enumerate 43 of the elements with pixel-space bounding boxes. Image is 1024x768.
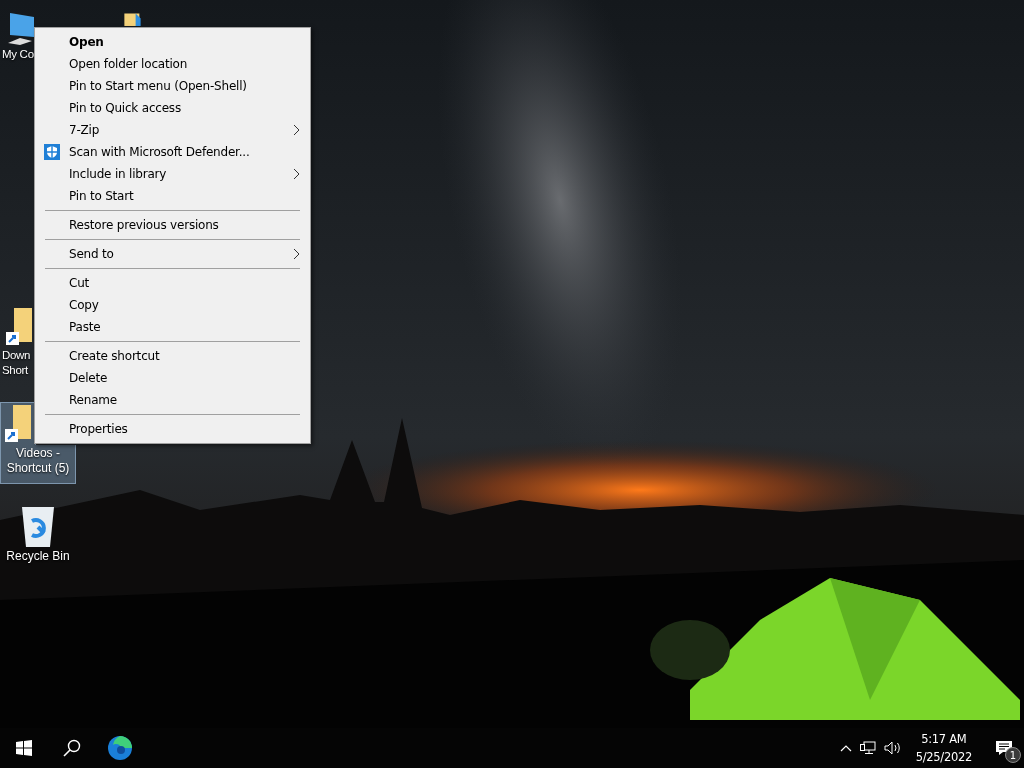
menu-item[interactable]: Restore previous versions: [35, 214, 310, 236]
clock[interactable]: 5:17 AM 5/25/2022: [907, 730, 980, 766]
speaker-icon[interactable]: [883, 741, 902, 755]
desktop-icon[interactable]: Down Short: [0, 305, 33, 387]
chevron-right-icon: [293, 124, 300, 136]
search-icon: [63, 739, 81, 757]
chevron-up-icon[interactable]: [839, 744, 852, 752]
menu-item[interactable]: Include in library: [35, 163, 310, 185]
menu-item[interactable]: Copy: [35, 294, 310, 316]
menu-item[interactable]: Pin to Start menu (Open-Shell): [35, 75, 310, 97]
menu-item[interactable]: Paste: [35, 316, 310, 338]
desktop-icon[interactable]: My Co: [0, 8, 33, 78]
clock-time: 5:17 AM: [921, 731, 967, 748]
menu-item[interactable]: Create shortcut: [35, 345, 310, 367]
menu-item[interactable]: 7-Zip: [35, 119, 310, 141]
menu-item[interactable]: Delete: [35, 367, 310, 389]
desktop-icon[interactable]: Recycle Bin: [0, 500, 76, 582]
menu-item[interactable]: Scan with Microsoft Defender...: [35, 141, 310, 163]
menu-item[interactable]: Cut: [35, 272, 310, 294]
menu-item[interactable]: Pin to Quick access: [35, 97, 310, 119]
icon-label: Recycle Bin: [6, 549, 70, 564]
monitor-icon: [6, 11, 34, 45]
icon-label: Down Short: [2, 348, 31, 378]
chevron-right-icon: [293, 168, 300, 180]
icon-label: Videos - Shortcut (5): [6, 446, 70, 476]
menu-item[interactable]: Open: [35, 31, 310, 53]
chevron-right-icon: [293, 248, 300, 260]
folder-shortcut-icon: [6, 308, 32, 346]
clock-date: 5/25/2022: [915, 749, 972, 766]
menu-item[interactable]: Open folder location: [35, 53, 310, 75]
menu-item[interactable]: Properties: [35, 418, 310, 440]
network-icon[interactable]: [859, 741, 876, 755]
icon-label: My Co: [2, 47, 34, 62]
folder-shortcut-icon: [0, 402, 36, 445]
notification-button[interactable]: 1: [984, 728, 1024, 768]
desktop-icon[interactable]: Videos - Shortcut (5): [0, 445, 76, 484]
windows-logo-icon: [16, 740, 32, 756]
menu-item[interactable]: Send to: [35, 243, 310, 265]
shield-icon: [44, 144, 60, 160]
browser-icon: [107, 735, 133, 761]
menu-item[interactable]: Pin to Start: [35, 185, 310, 207]
notification-badge: 1: [1005, 747, 1021, 763]
menu-item[interactable]: Rename: [35, 389, 310, 411]
